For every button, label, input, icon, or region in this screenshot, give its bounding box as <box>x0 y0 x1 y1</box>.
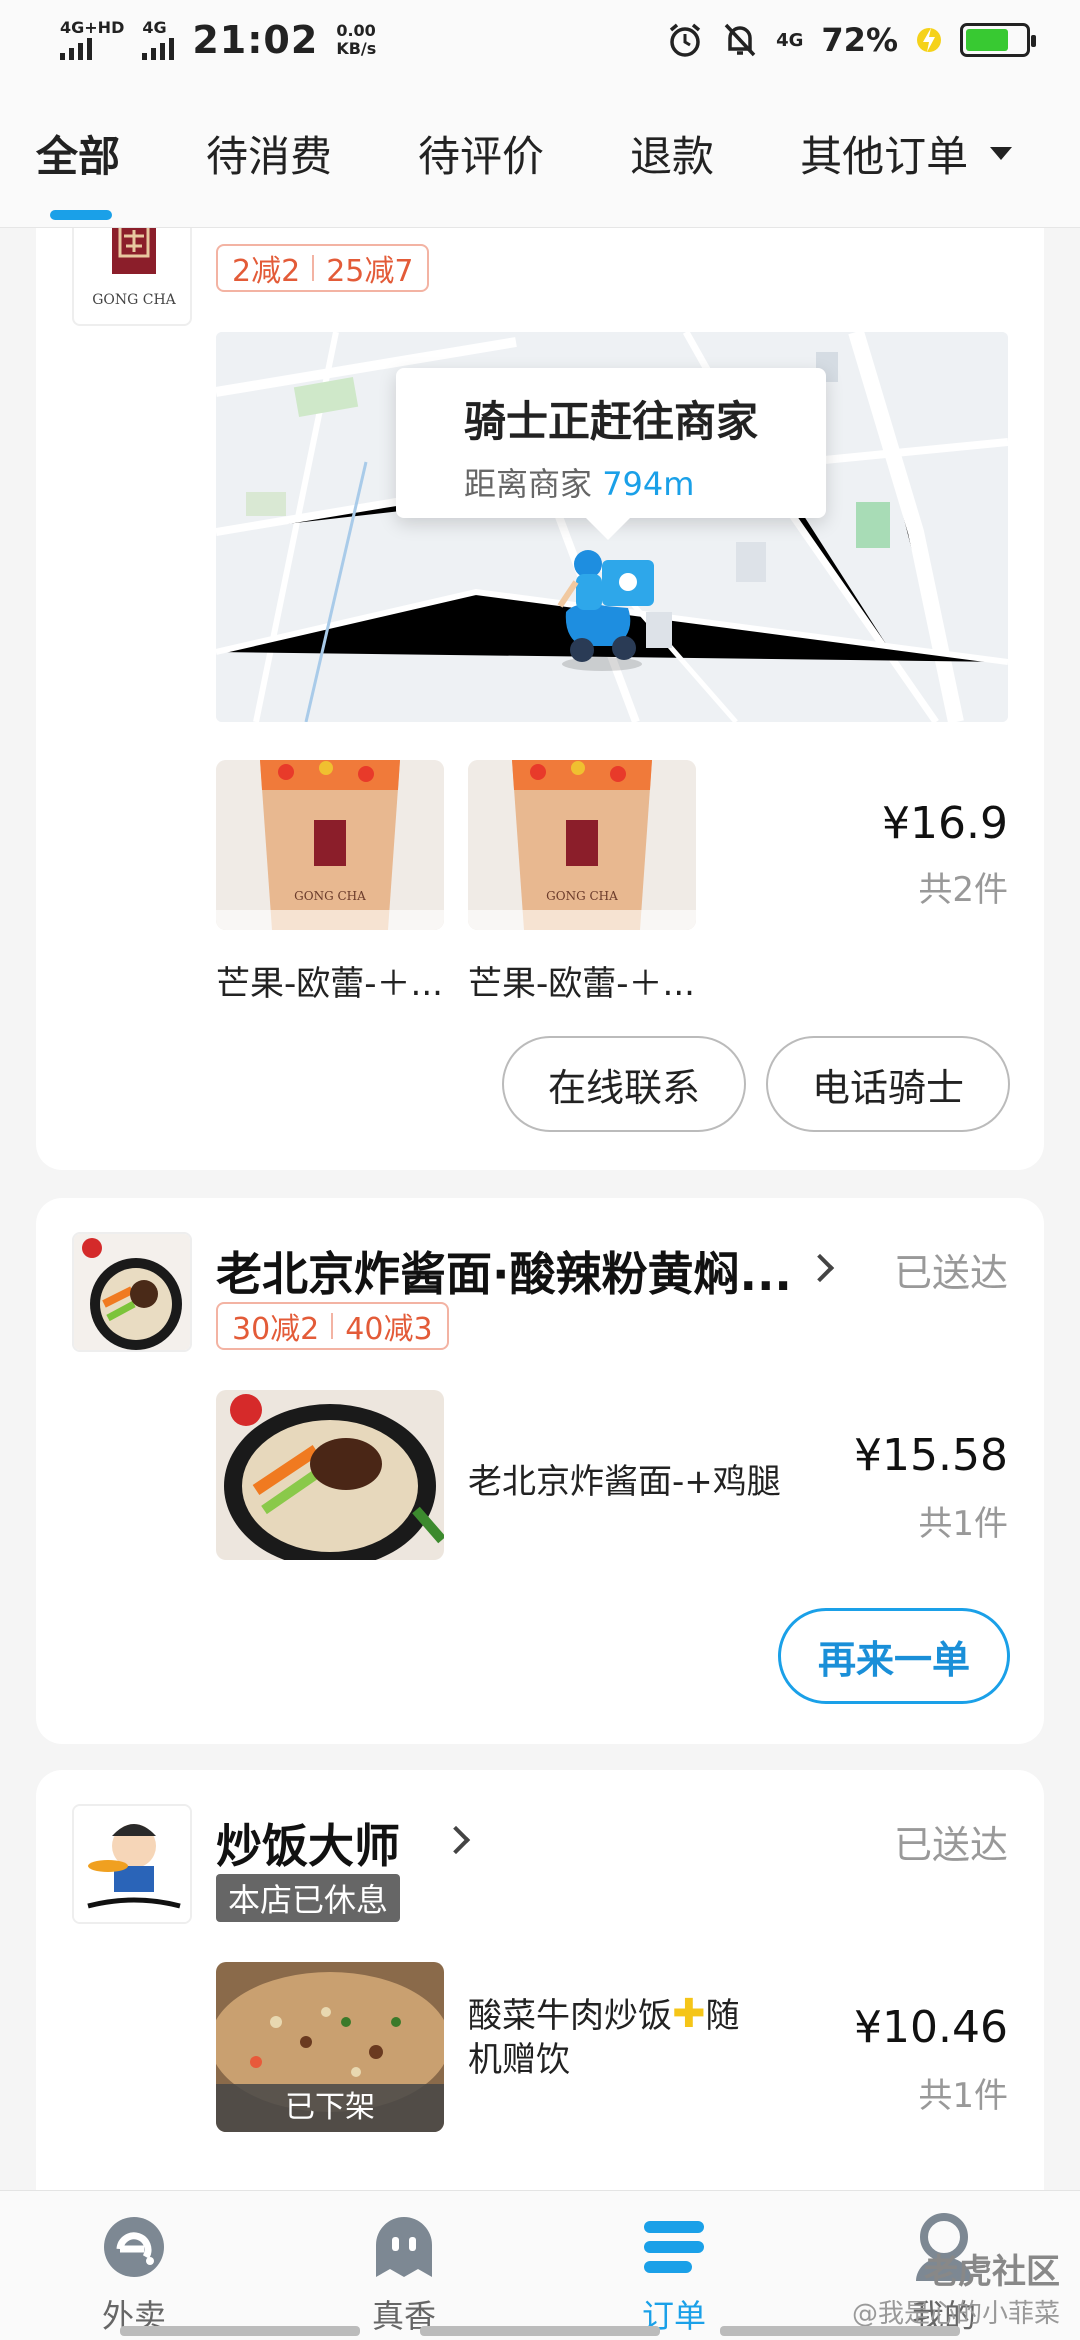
item-name: 芒果-欧蕾-＋... <box>468 964 695 1004</box>
item-name: 老北京炸酱面-+鸡腿 <box>468 1462 781 1502</box>
caret-down-icon <box>990 147 1013 160</box>
network-type-label: 4G+HD <box>60 18 125 37</box>
order-list[interactable]: GONG CHA 2减2 25减7 骑士正赶往商家 距离商家 794m GONG… <box>0 228 1080 2190</box>
shop-name[interactable]: 炒饭大师 <box>216 1810 400 1876</box>
promo-tags: 2减2 25减7 <box>216 244 430 292</box>
order-card-gongcha[interactable]: GONG CHA 2减2 25减7 骑士正赶往商家 距离商家 794m GONG… <box>36 228 1044 1170</box>
cup-label: GONG CHA <box>294 889 366 903</box>
off-shelf-label: 已下架 <box>216 2084 444 2132</box>
item-thumbnail[interactable] <box>216 1390 444 1560</box>
milk-tea-cup-icon: GONG CHA <box>468 760 696 930</box>
distance-label: 距离商家 <box>464 465 593 503</box>
mute-bell-icon <box>724 23 756 57</box>
item-name-part: 酸菜牛肉炒饭 <box>468 1996 672 2036</box>
item-name-part: 机赠饮 <box>468 2040 570 2080</box>
order-count: 共1件 <box>918 1504 1008 1544</box>
order-card-friedrice[interactable]: 炒饭大师 已送达 本店已休息 已下架 酸菜牛肉炒饭✚随 机赠饮 ¥10.46 共… <box>36 1770 1044 2190</box>
tab-all[interactable]: 全部 <box>36 80 120 228</box>
rider-distance: 距离商家 794m <box>464 459 826 505</box>
order-list-icon <box>644 2221 704 2273</box>
order-status: 已送达 <box>893 1251 1008 1295</box>
order-count: 共1件 <box>918 2076 1008 2116</box>
status-bar: 4G+HD 4G 21:02 0.00 KB/s 4G 72% <box>0 0 1080 80</box>
chevron-right-icon[interactable] <box>441 1825 471 1855</box>
speed-unit: KB/s <box>336 39 377 58</box>
item-thumbnail[interactable]: 已下架 <box>216 1962 444 2132</box>
item-name-part: 随 <box>705 1996 740 2036</box>
shop-name[interactable]: 老北京炸酱面·酸辣粉黄焖... <box>216 1238 792 1304</box>
promo-tag: 25减7 <box>326 254 414 289</box>
signal-indicator-1: 4G+HD <box>60 20 124 60</box>
plus-icon: ✚ <box>672 1991 706 2037</box>
watermark: 老虎社区 @我是心的小菲菜 <box>852 2244 1060 2330</box>
ghost-icon <box>376 2217 432 2277</box>
battery-icon <box>960 23 1036 57</box>
rider-map[interactable]: 骑士正赶往商家 距离商家 794m <box>216 332 1008 722</box>
tab-other-orders[interactable]: 其他订单 <box>800 80 1013 228</box>
order-price: ¥10.46 <box>854 2002 1008 2053</box>
nav-zhenxiang[interactable]: 真香 <box>304 2191 504 2340</box>
shop-closed-badge: 本店已休息 <box>216 1874 401 1922</box>
contact-online-button[interactable]: 在线联系 <box>502 1036 746 1132</box>
nav-takeout[interactable]: 外卖 <box>34 2191 234 2340</box>
order-card-noodles[interactable]: 老北京炸酱面·酸辣粉黄焖... 已送达 30减2 40减3 老北京炸酱面-+鸡腿… <box>36 1198 1044 1744</box>
noodle-bowl-icon <box>74 1234 190 1350</box>
tab-pending-review[interactable]: 待评价 <box>418 80 544 228</box>
watermark-title: 老虎社区 <box>924 2252 1060 2292</box>
chef-mascot-icon <box>74 1806 190 1922</box>
tab-refund[interactable]: 退款 <box>630 80 714 228</box>
reorder-button[interactable]: 再来一单 <box>778 1608 1010 1704</box>
chevron-right-icon[interactable] <box>805 1253 835 1283</box>
clock: 21:02 <box>192 18 319 62</box>
signal-bars-icon <box>60 38 124 60</box>
cup-label: GONG CHA <box>546 889 618 903</box>
network-speed: 0.00 KB/s <box>336 22 376 58</box>
signal-indicator-2: 4G <box>142 18 175 60</box>
order-count: 共2件 <box>918 870 1008 910</box>
call-rider-button[interactable]: 电话骑士 <box>766 1036 1010 1132</box>
rider-status-title: 骑士正赶往商家 <box>464 397 759 446</box>
rider-status-bubble: 骑士正赶往商家 距离商家 794m <box>396 368 826 540</box>
nav-orders[interactable]: 订单 <box>574 2191 774 2340</box>
promo-tag: 40减3 <box>345 1312 433 1347</box>
battery-level <box>966 29 1008 51</box>
promo-tags: 30减2 40减3 <box>216 1302 449 1350</box>
alarm-icon <box>669 23 701 57</box>
promo-tag: 2减2 <box>232 254 301 289</box>
charging-bolt-icon <box>917 28 941 52</box>
gongcha-logo-icon <box>112 228 156 274</box>
rider-scooter-icon <box>557 550 654 671</box>
shop-logo[interactable]: GONG CHA <box>72 228 192 326</box>
order-price: ¥16.9 <box>882 798 1008 849</box>
order-status: 已送达 <box>893 1823 1008 1867</box>
logo-text: GONG CHA <box>92 292 176 308</box>
speed-value: 0.00 <box>336 21 376 40</box>
gesture-bar <box>720 2326 960 2336</box>
item-name: 酸菜牛肉炒饭✚随 机赠饮 <box>468 1992 788 2082</box>
network-type-label: 4G <box>776 29 804 51</box>
gesture-bar <box>120 2326 360 2336</box>
milk-tea-cup-icon: GONG CHA <box>216 760 444 930</box>
eleme-icon <box>104 2217 164 2277</box>
item-name: 芒果-欧蕾-＋... <box>216 964 443 1004</box>
noodle-dish-icon <box>216 1390 444 1560</box>
network-type-label: 4G <box>142 18 167 37</box>
order-price: ¥15.58 <box>854 1430 1008 1481</box>
signal-bars-icon <box>142 38 175 60</box>
tab-other-orders-label: 其他订单 <box>800 132 969 181</box>
battery-percent: 72% <box>821 21 898 59</box>
shop-logo[interactable] <box>72 1804 192 1924</box>
watermark-author: @我是心的小菲菜 <box>851 2299 1060 2329</box>
distance-value: 794m <box>602 465 695 503</box>
promo-tag: 30减2 <box>232 1312 320 1347</box>
order-tabs: 全部 待消费 待评价 退款 其他订单 <box>0 80 1080 228</box>
item-thumbnail[interactable]: GONG CHA <box>468 760 696 930</box>
tab-pending-use[interactable]: 待消费 <box>206 80 332 228</box>
gesture-bar <box>420 2326 660 2336</box>
item-thumbnail[interactable]: GONG CHA <box>216 760 444 930</box>
shop-logo[interactable] <box>72 1232 192 1352</box>
